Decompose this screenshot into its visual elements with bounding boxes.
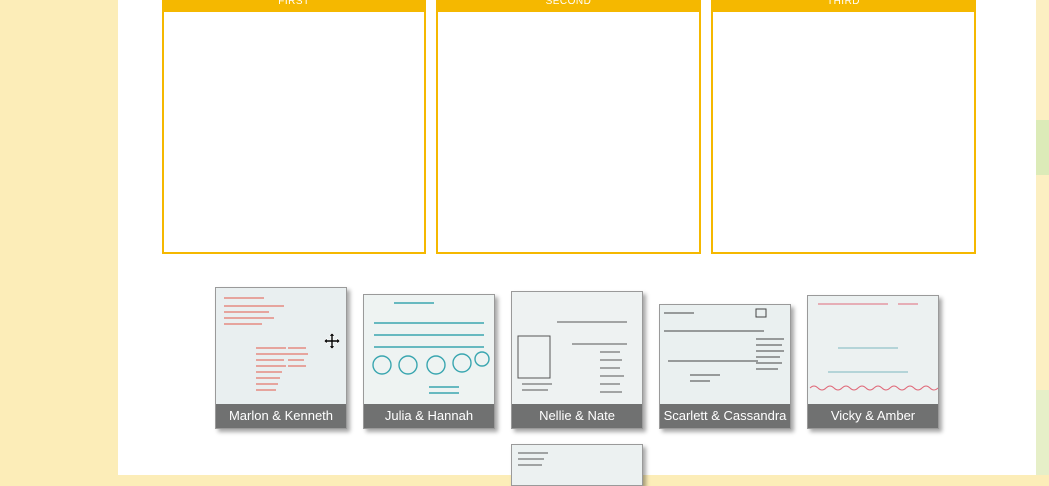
whiteboard-photo xyxy=(660,305,790,404)
bin-second[interactable]: SECOND xyxy=(436,0,701,254)
card-nellie-nate[interactable]: Nellie & Nate xyxy=(511,291,643,429)
card-marlon-kenneth[interactable]: Marlon & Kenneth xyxy=(215,287,347,429)
move-cursor-icon xyxy=(324,333,340,349)
card-caption: Scarlett & Cassandra xyxy=(660,404,790,428)
card-caption: Julia & Hannah xyxy=(364,404,494,428)
page-edge-strip xyxy=(1036,0,1049,475)
card-caption: Nellie & Nate xyxy=(512,404,642,428)
card-caption: Vicky & Amber xyxy=(808,404,938,428)
whiteboard-photo xyxy=(512,445,642,485)
card-julia-hannah[interactable]: Julia & Hannah xyxy=(363,294,495,429)
whiteboard-photo xyxy=(808,296,938,404)
whiteboard-photo xyxy=(512,292,642,404)
whiteboard-photo xyxy=(364,295,494,404)
bin-third[interactable]: THIRD xyxy=(711,0,976,254)
bin-third-label: THIRD xyxy=(713,0,974,12)
bin-first-label: FIRST xyxy=(164,0,424,12)
bin-second-label: SECOND xyxy=(438,0,699,12)
card-scarlett-cassandra[interactable]: Scarlett & Cassandra xyxy=(659,304,791,429)
card-partial[interactable] xyxy=(511,444,643,486)
card-caption: Marlon & Kenneth xyxy=(216,404,346,428)
bin-first[interactable]: FIRST xyxy=(162,0,426,254)
card-vicky-amber[interactable]: Vicky & Amber xyxy=(807,295,939,429)
